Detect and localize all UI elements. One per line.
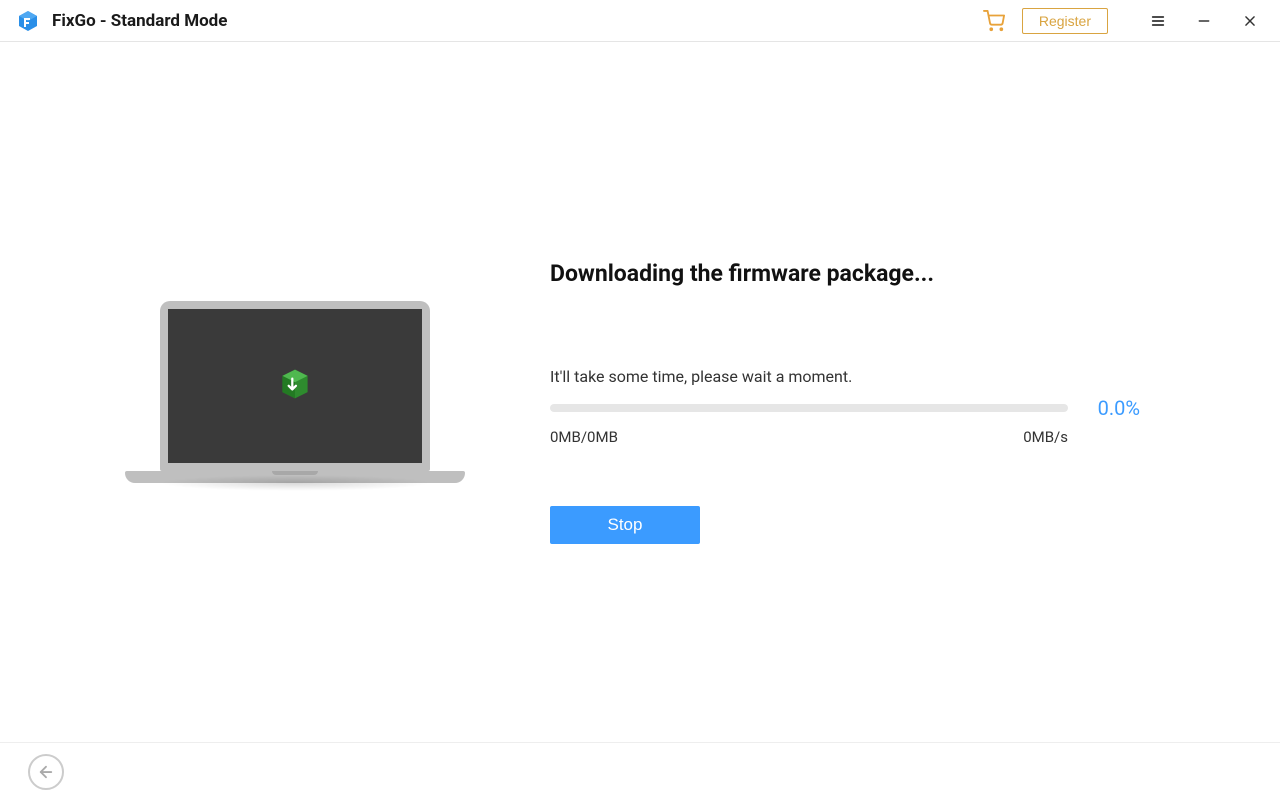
app-logo-icon [16, 9, 40, 33]
main-content: Downloading the firmware package... It'l… [0, 42, 1280, 742]
download-panel: Downloading the firmware package... It'l… [550, 42, 1240, 742]
cart-icon[interactable] [980, 7, 1008, 35]
progress-bar [550, 404, 1068, 412]
progress-percent: 0.0% [1082, 396, 1140, 420]
download-heading: Downloading the firmware package... [550, 260, 1140, 287]
download-size-stat: 0MB/0MB [550, 428, 618, 446]
laptop-illustration [40, 42, 550, 742]
app-title: FixGo - Standard Mode [52, 11, 227, 31]
package-icon [277, 366, 313, 406]
menu-icon[interactable] [1144, 7, 1172, 35]
minimize-button[interactable] [1190, 7, 1218, 35]
download-speed-stat: 0MB/s [1023, 428, 1068, 446]
download-stats: 0MB/0MB 0MB/s [550, 428, 1068, 446]
footer [0, 742, 1280, 800]
register-button[interactable]: Register [1022, 8, 1108, 34]
stop-button[interactable]: Stop [550, 506, 700, 544]
progress-row: 0.0% [550, 396, 1140, 420]
titlebar: FixGo - Standard Mode Register [0, 0, 1280, 42]
download-subtext: It'll take some time, please wait a mome… [550, 367, 1140, 386]
close-button[interactable] [1236, 7, 1264, 35]
back-button[interactable] [28, 754, 64, 790]
